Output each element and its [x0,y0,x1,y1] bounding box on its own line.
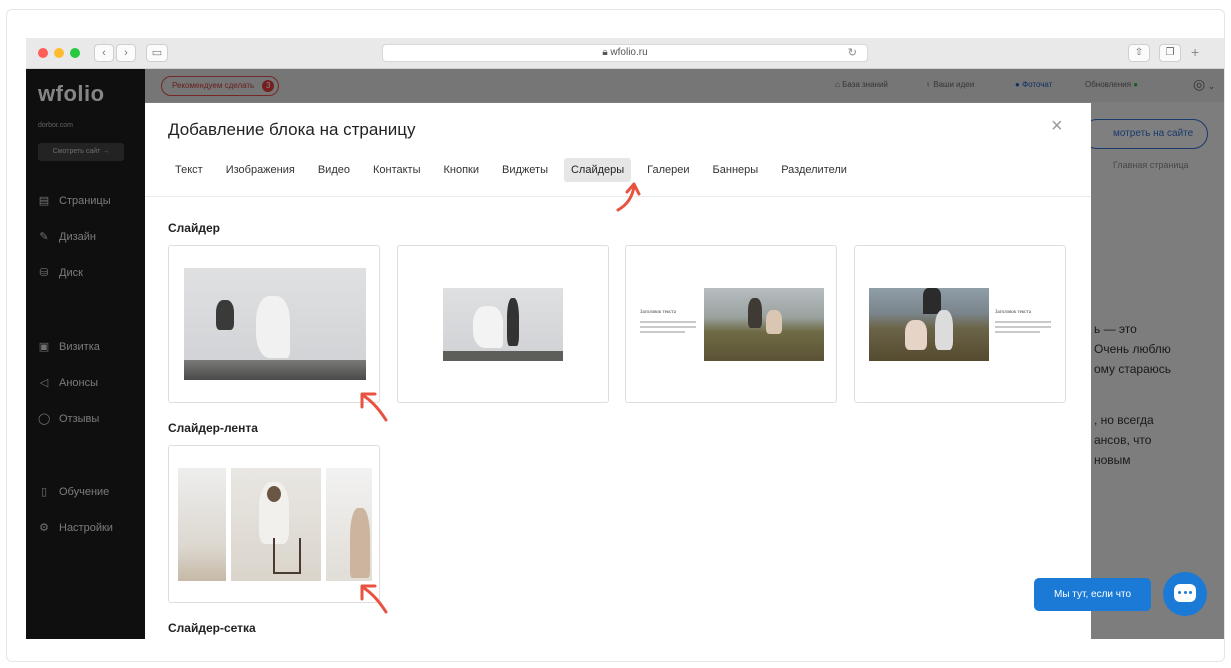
section-title-slider: Слайдер [168,221,220,235]
sidebar-toggle-button[interactable]: ▭ [146,44,168,62]
tab-dividers[interactable]: Разделители [774,158,854,182]
slider-option-centered[interactable] [397,245,609,403]
card-text-lines [640,321,696,336]
close-icon[interactable]: × [1051,116,1063,136]
new-tab-button[interactable]: + [1191,44,1199,60]
tab-video[interactable]: Видео [311,158,357,182]
block-type-tabs: Текст Изображения Видео Контакты Кнопки … [168,156,863,184]
slider-option-text-right[interactable]: Заголовок текста [854,245,1066,403]
slider-preview-image [869,288,989,361]
annotation-arrow-icon [360,584,388,614]
tab-banners[interactable]: Баннеры [706,158,766,182]
tab-images[interactable]: Изображения [219,158,302,182]
section-title-slider-strip: Слайдер-лента [168,421,258,435]
address-bar[interactable]: 🔒︎ wfolio.ru ↻ [382,44,868,62]
zoom-window-button[interactable] [70,48,80,58]
annotation-arrow-icon [360,392,388,422]
minimize-window-button[interactable] [54,48,64,58]
close-window-button[interactable] [38,48,48,58]
slider-option-fullwidth[interactable] [168,245,380,403]
slider-strip-option[interactable] [168,445,380,603]
chat-button[interactable] [1163,572,1207,616]
section-title-slider-grid: Слайдер-сетка [168,621,256,635]
slider-option-text-left[interactable]: Заголовок текста [625,245,837,403]
tab-buttons[interactable]: Кнопки [437,158,487,182]
tab-contacts[interactable]: Контакты [366,158,428,182]
share-icon: ⇧ [1134,47,1144,58]
slider-preview-image [184,268,366,380]
address-bar-url: wfolio.ru [610,47,648,58]
tab-sliders[interactable]: Слайдеры [563,158,632,182]
chevron-left-icon: ‹ [102,47,106,59]
reload-icon[interactable]: ↻ [848,45,857,61]
card-heading-text: Заголовок текста [640,310,676,315]
chat-bubble-icon [1174,584,1196,602]
strip-image-2 [231,468,321,581]
strip-image-1 [178,468,226,581]
annotation-arrow-icon [616,182,641,212]
tab-widgets[interactable]: Виджеты [495,158,555,182]
browser-titlebar: ‹ › ▭ 🔒︎ wfolio.ru ↻ ⇧ ❐ + [26,38,1224,69]
slider-preview-image [443,288,563,361]
tab-text[interactable]: Текст [168,158,210,182]
share-button[interactable]: ⇧ [1128,44,1150,62]
back-button[interactable]: ‹ [94,44,114,62]
slider-preview-image [704,288,824,361]
sidebar-icon: ▭ [151,47,163,59]
card-heading-text: Заголовок текста [995,310,1031,315]
card-text-lines [995,321,1051,336]
chevron-right-icon: › [124,47,128,59]
modal-title: Добавление блока на страницу [168,120,416,139]
tabs-icon: ❐ [1165,47,1175,58]
tabs-overview-button[interactable]: ❐ [1159,44,1181,62]
forward-button[interactable]: › [116,44,136,62]
strip-image-3 [326,468,372,581]
lock-icon: 🔒︎ [602,47,608,58]
chat-prompt-button[interactable]: Мы тут, если что [1034,578,1151,611]
plus-icon: + [1191,44,1200,60]
tab-galleries[interactable]: Галереи [640,158,696,182]
